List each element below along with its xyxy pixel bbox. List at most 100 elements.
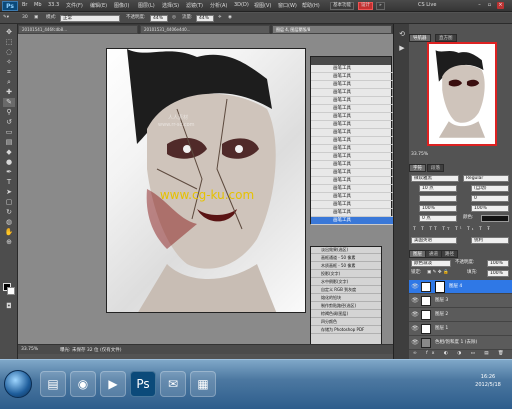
menu-file[interactable]: 文件(F) <box>66 2 83 9</box>
action-item[interactable]: 画框通道 - 50 像素 <box>311 255 381 262</box>
layer-mask-thumbnail[interactable] <box>435 281 445 293</box>
brush-tool-icon[interactable]: ✎ <box>3 98 15 107</box>
lock-icons[interactable]: ▣ ✎ ✥ 🔒 <box>427 270 449 277</box>
pressure-opacity-icon[interactable]: ◎ <box>172 15 176 22</box>
maximize-icon[interactable]: ▫ <box>486 2 493 9</box>
font-style-select[interactable]: Regular <box>463 175 509 182</box>
start-button-icon[interactable] <box>4 370 32 398</box>
text-color-swatch[interactable] <box>481 215 509 222</box>
menu-layer[interactable]: 图层(L) <box>138 2 155 9</box>
minimize-icon[interactable]: – <box>476 2 483 9</box>
tab-channels[interactable]: 通道 <box>425 250 442 258</box>
history-item[interactable]: 画笔工具 <box>311 201 393 209</box>
menu-select[interactable]: 选择(S) <box>162 2 179 9</box>
browser-app-icon[interactable]: ◉ <box>70 371 96 397</box>
menu-help[interactable]: 帮助(H) <box>302 2 320 9</box>
zoom-level[interactable]: 33.3 <box>48 2 59 8</box>
pressure-size-icon[interactable]: ◉ <box>228 15 232 22</box>
close-icon[interactable]: × <box>497 2 504 9</box>
marquee-tool-icon[interactable]: ⬚ <box>3 38 15 47</box>
pen-tool-icon[interactable]: ✒ <box>3 168 15 177</box>
action-item[interactable]: 棕褐色调(图层) <box>311 311 381 318</box>
document-tab[interactable]: 20101541_446fcdb8... <box>18 25 138 34</box>
document-image[interactable]: www.cg-ku.com <box>106 48 306 313</box>
history-item[interactable]: 画笔工具 <box>311 217 393 225</box>
layer-row[interactable]: 👁 图层 4 <box>409 280 512 294</box>
history-item[interactable]: 画笔工具 <box>311 129 393 137</box>
kerning-field[interactable] <box>419 195 457 202</box>
quick-select-tool-icon[interactable]: ✧ <box>3 58 15 67</box>
tab-character[interactable]: 字符 <box>409 164 426 172</box>
menu-window[interactable]: 窗口(W) <box>278 2 297 9</box>
action-item[interactable]: 水中倒影(文字) <box>311 279 381 286</box>
layer-row[interactable]: 👁 色相/饱和度 1 (去除) <box>409 336 512 350</box>
menu-minibridge-icon[interactable]: Mb <box>34 2 42 8</box>
menu-image[interactable]: 图像(I) <box>114 2 129 9</box>
menu-3d[interactable]: 3D(D) <box>234 2 249 8</box>
workspace-design-button[interactable]: 设计 <box>358 2 373 10</box>
layer-row[interactable]: 👁 图层 1 <box>409 322 512 336</box>
lasso-tool-icon[interactable]: ◌ <box>3 48 15 57</box>
tab-paragraph[interactable]: 段落 <box>427 164 444 172</box>
history-item[interactable]: 画笔工具 <box>311 121 393 129</box>
status-zoom[interactable]: 33.75% <box>21 347 38 352</box>
layers-footer-icons[interactable]: ∞ fx ◐ ◑ ▭ ▤ 🗑 <box>413 351 508 358</box>
action-item[interactable]: 木质画框 - 50 像素 <box>311 263 381 270</box>
brush-tool-icon[interactable]: ✎▾ <box>3 15 9 22</box>
folder-app-icon[interactable]: ▦ <box>190 371 216 397</box>
language-select[interactable]: 美国英语 <box>411 237 457 244</box>
eye-icon[interactable]: 👁 <box>411 311 419 319</box>
shape-tool-icon[interactable]: ▢ <box>3 198 15 207</box>
eye-icon[interactable]: 👁 <box>411 297 419 305</box>
action-item[interactable]: 四分颜色 <box>311 319 381 326</box>
layer-row[interactable]: 👁 图层 2 <box>409 308 512 322</box>
type-tool-icon[interactable]: T <box>3 178 15 187</box>
history-item[interactable]: 画笔工具 <box>311 161 393 169</box>
menu-bridge-icon[interactable]: Br <box>22 2 28 8</box>
font-size-field[interactable]: 10 点 <box>419 185 457 192</box>
menu-analysis[interactable]: 分析(A) <box>210 2 227 9</box>
blur-tool-icon[interactable]: ◆ <box>3 148 15 157</box>
history-panel-header[interactable] <box>311 57 391 65</box>
document-tab[interactable]: 20101531_4406e4d0... <box>140 25 270 34</box>
eye-icon[interactable]: 👁 <box>411 283 419 291</box>
navigator-thumbnail[interactable] <box>427 42 497 146</box>
move-tool-icon[interactable]: ✥ <box>3 28 15 37</box>
crop-tool-icon[interactable]: ⌗ <box>3 68 15 77</box>
3d-rotate-tool-icon[interactable]: ↻ <box>3 208 15 217</box>
chat-app-icon[interactable]: ✉ <box>160 371 186 397</box>
background-color-swatch[interactable] <box>7 287 15 295</box>
eye-icon[interactable]: 👁 <box>411 339 419 347</box>
airbrush-icon[interactable]: ✈ <box>218 15 222 22</box>
leading-field[interactable]: (自动) <box>471 185 509 192</box>
action-item[interactable]: 熔化的铅块 <box>311 295 381 302</box>
baseline-field[interactable]: 0 点 <box>419 215 457 222</box>
gradient-tool-icon[interactable]: ▤ <box>3 138 15 147</box>
eyedropper-tool-icon[interactable]: ⌕ <box>3 78 15 87</box>
tab-layers[interactable]: 图层 <box>409 250 426 258</box>
opacity-input[interactable]: 44% <box>150 15 168 22</box>
action-item[interactable]: 自定义 RGB 到灰度 <box>311 287 381 294</box>
antialias-select[interactable]: 锐利 <box>471 237 509 244</box>
document-tab-active[interactable]: 图层 4, 图层蒙版/8 <box>272 25 392 34</box>
history-item[interactable]: 画笔工具 <box>311 153 393 161</box>
history-item[interactable]: 画笔工具 <box>311 193 393 201</box>
action-item[interactable]: 淡出效果(选区) <box>311 247 381 254</box>
history-item[interactable]: 画笔工具 <box>311 137 393 145</box>
history-item[interactable]: 画笔工具 <box>311 177 393 185</box>
menu-filter[interactable]: 滤镜(T) <box>186 2 203 9</box>
mode-select[interactable]: 正常 <box>60 15 120 22</box>
history-brush-tool-icon[interactable]: ↺ <box>3 118 15 127</box>
layer-opacity-input[interactable]: 100% <box>487 260 509 267</box>
workspace-more-button[interactable]: » <box>376 2 385 10</box>
blend-mode-select[interactable]: 颜色减淡 <box>411 260 451 267</box>
history-item[interactable]: 画笔工具 <box>311 145 393 153</box>
tracking-field[interactable]: 0 <box>471 195 509 202</box>
cs-live-button[interactable]: CS Live <box>418 2 436 8</box>
history-item[interactable]: 画笔工具 <box>311 185 393 193</box>
quick-mask-icon[interactable]: ◘ <box>3 302 15 311</box>
action-item[interactable]: 存储为 Photoshop PDF <box>311 327 381 334</box>
history-item[interactable]: 画笔工具 <box>311 97 393 105</box>
tab-paths[interactable]: 路径 <box>441 250 458 258</box>
fill-input[interactable]: 100% <box>487 270 509 277</box>
